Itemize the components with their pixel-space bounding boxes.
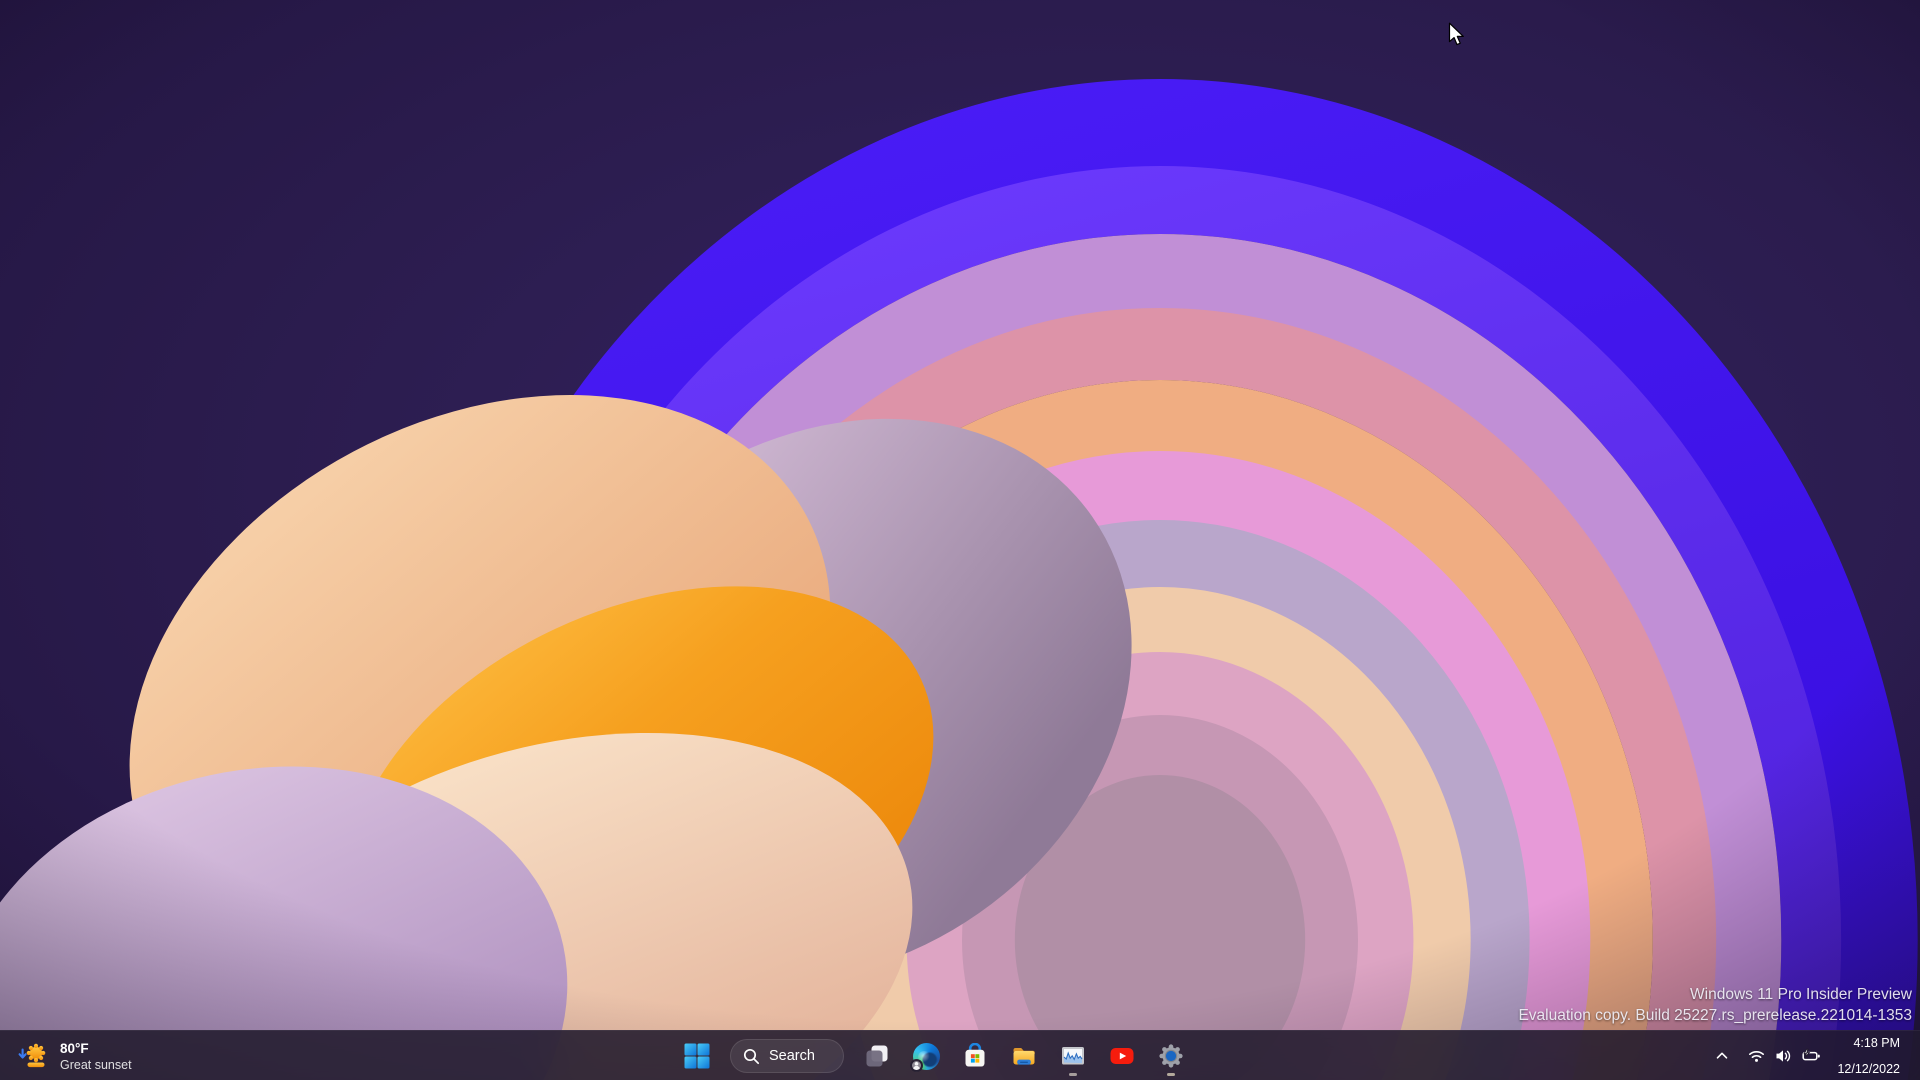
tray-date: 12/12/2022: [1837, 1062, 1900, 1076]
search-label: Search: [769, 1048, 815, 1064]
store-bag-icon: [965, 1043, 985, 1067]
edge-icon: [909, 1042, 940, 1072]
search-icon: [743, 1048, 760, 1064]
task-manager-button[interactable]: [1051, 1034, 1095, 1078]
wifi-icon: [1749, 1050, 1765, 1062]
watermark-line1: Windows 11 Pro Insider Preview: [1690, 986, 1912, 1003]
running-indicator: [1069, 1073, 1077, 1076]
youtube-button[interactable]: [1100, 1034, 1144, 1078]
tray-time: 4:18 PM: [1853, 1035, 1900, 1050]
file-explorer-button[interactable]: [1002, 1034, 1046, 1078]
evaluation-watermark: Windows 11 Pro Insider Preview Evaluatio…: [1518, 984, 1912, 1026]
weather-temperature: 80°F: [60, 1040, 89, 1056]
edge-button[interactable]: [904, 1034, 948, 1078]
settings-gear-icon: [1159, 1044, 1183, 1068]
clock-button[interactable]: 4:18 PM 12/12/2022: [1831, 1035, 1906, 1077]
quick-settings-button[interactable]: [1740, 1036, 1829, 1076]
microsoft-store-button[interactable]: [953, 1034, 997, 1078]
desktop: Windows 11 Pro Insider Preview Evaluatio…: [0, 0, 1920, 1080]
task-view-icon: [866, 1045, 888, 1067]
task-view-button[interactable]: [855, 1034, 899, 1078]
sunset-weather-icon: [18, 1043, 46, 1068]
edge-profile-avatar: [909, 1058, 923, 1072]
search-box[interactable]: Search: [730, 1039, 844, 1073]
wallpaper-bloom: [0, 0, 1920, 1080]
folder-icon: [1013, 1048, 1035, 1065]
task-manager-icon: [1062, 1047, 1084, 1065]
start-button[interactable]: [675, 1034, 719, 1078]
system-tray: 4:18 PM 12/12/2022: [1706, 1031, 1920, 1080]
battery-charging-icon: [1802, 1048, 1821, 1061]
running-indicator: [1167, 1073, 1175, 1076]
chevron-up-icon: [1717, 1052, 1728, 1059]
speaker-icon: [1776, 1050, 1791, 1062]
hidden-icons-button[interactable]: [1706, 1036, 1738, 1076]
youtube-icon: [1110, 1048, 1134, 1064]
widgets-weather-button[interactable]: 80°F Great sunset: [6, 1031, 144, 1080]
taskbar-center-cluster: Search: [675, 1031, 1193, 1080]
taskbar: 80°F Great sunset Search 4:18 PM 12/12/2…: [0, 1030, 1920, 1080]
weather-condition: Great sunset: [60, 1057, 132, 1072]
settings-button[interactable]: [1149, 1034, 1193, 1078]
watermark-line2: Evaluation copy. Build 25227.rs_prerelea…: [1518, 1007, 1912, 1024]
windows-logo-icon: [684, 1043, 710, 1069]
